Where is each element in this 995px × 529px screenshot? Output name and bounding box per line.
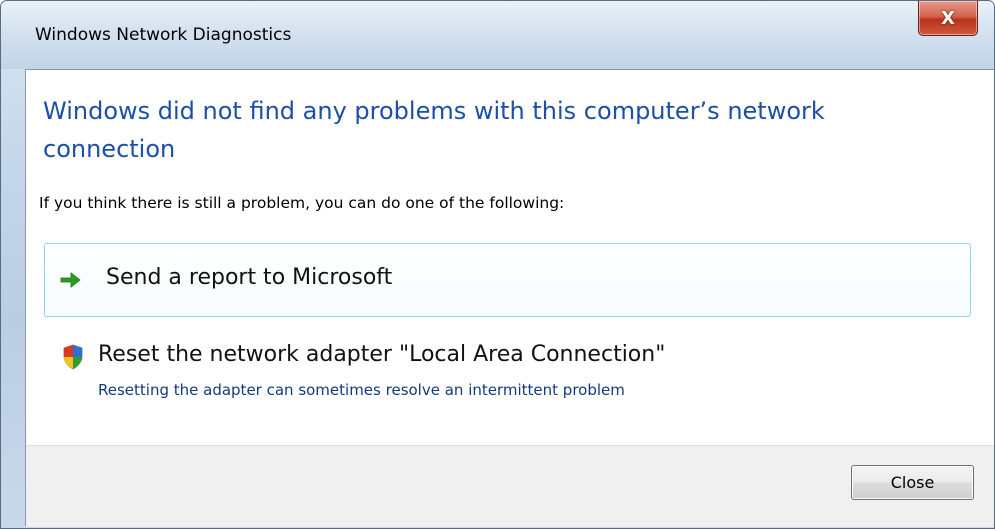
- window-close-button[interactable]: X: [918, 1, 978, 36]
- dialog-footer: Close: [26, 445, 994, 527]
- dialog-content: Windows did not find any problems with t…: [25, 69, 994, 527]
- reset-adapter-description: Resetting the adapter can sometimes reso…: [98, 381, 625, 399]
- send-report-option[interactable]: Send a report to Microsoft: [44, 243, 971, 317]
- main-instruction: Windows did not find any problems with t…: [43, 97, 825, 163]
- reset-adapter-option[interactable]: Reset the network adapter "Local Area Co…: [98, 342, 665, 367]
- green-arrow-icon: [60, 272, 81, 288]
- send-report-label: Send a report to Microsoft: [106, 265, 393, 290]
- dialog-window: Windows Network Diagnostics X Windows di…: [0, 0, 995, 529]
- window-title: Windows Network Diagnostics: [35, 25, 292, 45]
- title-bar[interactable]: Windows Network Diagnostics X: [1, 1, 994, 69]
- uac-shield-icon: [63, 344, 83, 370]
- instruction-subtext: If you think there is still a problem, y…: [39, 194, 565, 212]
- close-icon: X: [941, 7, 955, 29]
- close-button[interactable]: Close: [851, 465, 974, 500]
